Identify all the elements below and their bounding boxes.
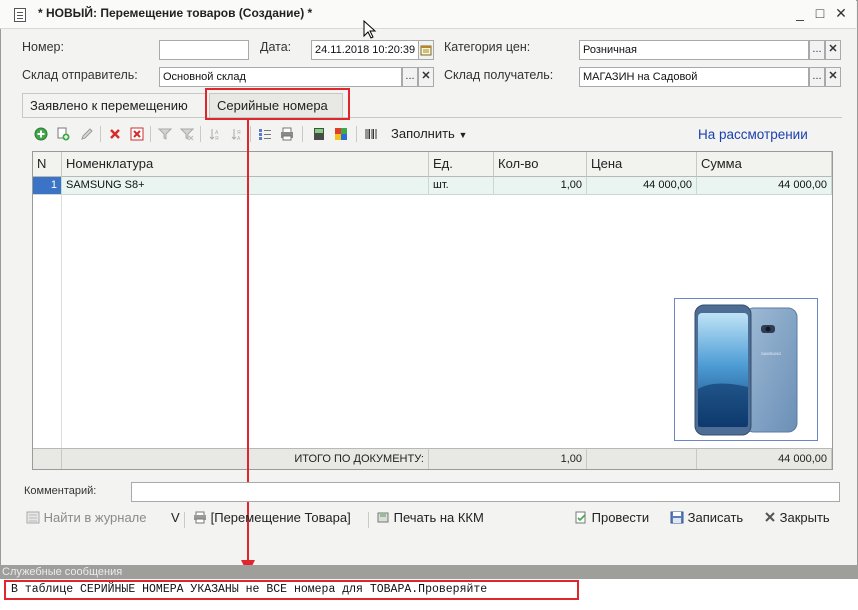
print-transfer-button[interactable]: [Перемещение Товара]	[193, 510, 351, 525]
close-window-button[interactable]: ✕	[834, 6, 848, 20]
svg-text:SAMSUNG: SAMSUNG	[761, 351, 781, 356]
price-category-label: Категория цен:	[444, 40, 531, 54]
price-category-field[interactable]: Розничная	[579, 40, 809, 60]
v-button[interactable]: V	[171, 510, 180, 525]
journal-icon	[26, 511, 40, 524]
comment-field[interactable]	[131, 482, 840, 502]
save-icon	[670, 511, 684, 524]
column-header-unit[interactable]: Ед.	[429, 152, 494, 177]
cash-register-icon	[377, 512, 389, 523]
fill-label: Заполнить	[391, 126, 455, 141]
table-toolbar: AЯ ЯA Заполнить ▼ На рассмотрении	[24, 122, 840, 146]
print-kkm-button[interactable]: Печать на ККМ	[376, 510, 484, 525]
toolbar-separator	[100, 126, 101, 142]
footer-total-sum: 44 000,00	[697, 448, 832, 469]
color-palette-icon[interactable]	[334, 127, 348, 141]
find-in-journal-button[interactable]: Найти в журнале	[26, 510, 147, 525]
message-item: В таблице СЕРИЙНЫЕ НОМЕРА УКАЗАНЫ не ВСЕ…	[4, 580, 579, 600]
list-settings-icon[interactable]	[258, 127, 272, 141]
clear-filter-icon[interactable]	[180, 127, 194, 141]
column-divider	[61, 195, 62, 448]
table-row-number[interactable]: 1	[33, 177, 62, 195]
calendar-icon	[420, 45, 432, 56]
sender-warehouse-clear-button[interactable]: ✕	[418, 67, 434, 87]
smartphone-image: SAMSUNG	[694, 304, 798, 436]
column-header-quantity[interactable]: Кол-во	[494, 152, 587, 177]
print-kkm-label: Печать на ККМ	[393, 510, 484, 525]
document-icon	[14, 8, 26, 22]
number-field[interactable]	[159, 40, 249, 60]
post-label: Провести	[591, 510, 650, 525]
receiver-warehouse-label: Склад получатель:	[444, 68, 554, 82]
date-field[interactable]: 24.11.2018 10:20:39	[311, 40, 419, 60]
bottom-separator	[368, 512, 369, 528]
serial-tab-highlight	[205, 88, 350, 120]
print-list-icon[interactable]	[280, 127, 294, 141]
delete-all-icon[interactable]	[130, 127, 144, 141]
document-status: На рассмотрении	[698, 127, 808, 142]
barcode-icon[interactable]	[364, 127, 378, 141]
toolbar-separator	[356, 126, 357, 142]
table-row-sum[interactable]: 44 000,00	[697, 177, 832, 195]
fill-dropdown-button[interactable]: Заполнить ▼	[391, 126, 467, 141]
messages-title: Служебные сообщения	[0, 565, 858, 579]
footer-total-quantity: 1,00	[429, 448, 587, 469]
date-label: Дата:	[260, 40, 292, 54]
chevron-down-icon: ▼	[458, 130, 468, 140]
receiver-warehouse-clear-button[interactable]: ✕	[825, 67, 841, 87]
save-label: Записать	[687, 510, 744, 525]
copy-row-icon[interactable]	[56, 127, 70, 141]
sender-warehouse-field[interactable]: Основной склад	[159, 67, 402, 87]
svg-text:Я: Я	[215, 136, 219, 141]
column-header-price[interactable]: Цена	[587, 152, 697, 177]
toolbar-separator	[200, 126, 201, 142]
receiver-warehouse-select-button[interactable]: ...	[809, 67, 825, 87]
toolbar-separator	[150, 126, 151, 142]
sender-warehouse-select-button[interactable]: ...	[402, 67, 418, 87]
post-document-icon	[575, 511, 586, 524]
bottom-separator	[184, 512, 185, 528]
annotation-arrow	[241, 118, 255, 574]
receiver-warehouse-field[interactable]: МАГАЗИН на Садовой	[579, 67, 809, 87]
column-header-n[interactable]: N	[33, 152, 62, 177]
terminal-icon[interactable]	[312, 127, 326, 141]
close-label: Закрыть	[779, 510, 830, 525]
close-button[interactable]: Закрыть	[764, 510, 830, 525]
product-image: SAMSUNG	[674, 298, 818, 441]
footer-cell-n	[33, 448, 62, 469]
minimize-button[interactable]: _	[793, 6, 807, 20]
table-row-quantity[interactable]: 1,00	[494, 177, 587, 195]
calendar-button[interactable]	[418, 40, 434, 60]
sender-warehouse-label: Склад отправитель:	[22, 68, 138, 82]
price-category-clear-button[interactable]: ✕	[825, 40, 841, 60]
column-header-sum[interactable]: Сумма	[697, 152, 832, 177]
number-label: Номер:	[22, 40, 64, 54]
delete-row-icon[interactable]	[108, 127, 122, 141]
add-row-icon[interactable]	[34, 127, 48, 141]
footer-cell-price	[587, 448, 697, 469]
filter-icon[interactable]	[158, 127, 172, 141]
window-title: * НОВЫЙ: Перемещение товаров (Создание) …	[38, 6, 313, 20]
sort-ascending-icon[interactable]: AЯ	[208, 127, 222, 141]
table-row-unit[interactable]: шт.	[429, 177, 494, 195]
close-icon	[765, 512, 775, 522]
tab-declared-transfer[interactable]: Заявлено к перемещению	[22, 93, 206, 117]
toolbar-separator	[302, 126, 303, 142]
find-in-journal-label: Найти в журнале	[43, 510, 147, 525]
table-row-price[interactable]: 44 000,00	[587, 177, 697, 195]
comment-label: Комментарий:	[24, 485, 97, 497]
price-category-select-button[interactable]: ...	[809, 40, 825, 60]
maximize-button[interactable]: □	[813, 6, 827, 20]
printer-icon	[194, 511, 206, 524]
edit-row-icon[interactable]	[80, 127, 94, 141]
mouse-cursor-icon	[363, 20, 377, 39]
post-button[interactable]: Провести	[574, 510, 649, 525]
save-button[interactable]: Записать	[670, 510, 743, 525]
print-transfer-label: [Перемещение Товара]	[210, 510, 351, 525]
